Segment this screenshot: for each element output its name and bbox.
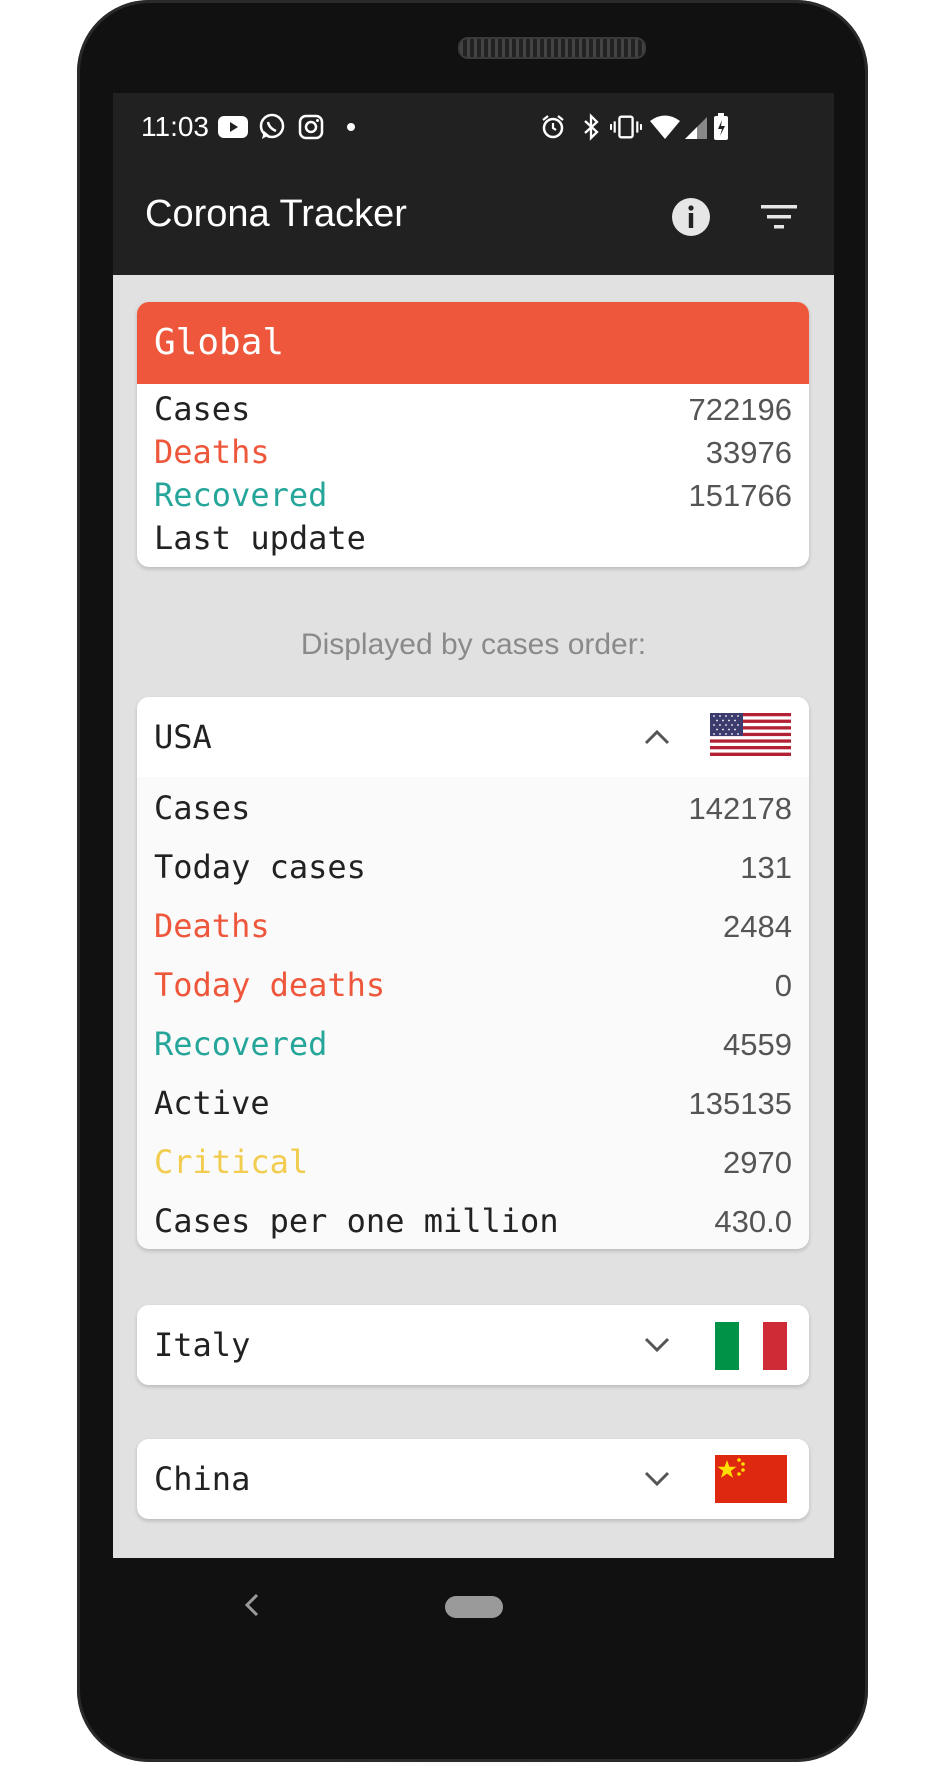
sort-order-label: Displayed by cases order:	[300, 628, 647, 661]
row-value: 2484	[723, 909, 792, 944]
row-label: Today deaths	[154, 966, 386, 1004]
global-row-cases: Cases 722196	[137, 388, 809, 431]
usa-row-today-cases: Today cases 131	[137, 838, 809, 897]
row-label: Cases	[154, 390, 251, 428]
usa-row-recovered: Recovered 4559	[137, 1015, 809, 1074]
row-value: 722196	[688, 392, 792, 427]
global-row-deaths: Deaths 33976	[137, 431, 809, 474]
usa-row-today-deaths: Today deaths 0	[137, 956, 809, 1015]
china-flag-icon	[715, 1455, 787, 1503]
row-label: Recovered	[154, 476, 328, 514]
row-value: 142178	[688, 791, 792, 826]
filter-button[interactable]	[753, 191, 805, 243]
country-name: USA	[154, 718, 212, 756]
status-time: 11:03	[141, 111, 209, 142]
app-title: Corona Tracker	[145, 193, 407, 235]
country-header-italy[interactable]: Italy	[137, 1305, 809, 1385]
row-value: 0	[774, 968, 792, 1003]
youtube-icon	[217, 111, 249, 143]
alarm-icon	[537, 111, 569, 143]
back-icon	[244, 1593, 259, 1617]
global-card: Global Cases 722196 Deaths 33976 Recover…	[137, 302, 809, 567]
row-value: 33976	[705, 435, 792, 470]
usa-row-critical: Critical 2970	[137, 1133, 809, 1192]
row-label: Recovered	[154, 1025, 328, 1063]
usa-row-active: Active 135135	[137, 1074, 809, 1133]
row-value: 2970	[723, 1145, 792, 1180]
chevron-down-icon[interactable]	[639, 1461, 675, 1497]
app-bar: Corona Tracker	[113, 165, 834, 275]
row-label: Cases	[154, 789, 251, 827]
country-name: Italy	[154, 1326, 251, 1364]
row-value: 131	[740, 850, 792, 885]
usa-flag-icon	[710, 713, 791, 756]
row-label: Deaths	[154, 907, 270, 945]
row-value: 151766	[688, 478, 792, 513]
usa-row-cases-per-million: Cases per one million 430.0	[137, 1192, 809, 1249]
row-value: 135135	[688, 1086, 792, 1121]
country-card-usa: USA Cases 142178 Today cases 131 Deaths …	[137, 697, 809, 1249]
global-title: Global	[137, 302, 809, 384]
row-label: Active	[154, 1084, 270, 1122]
row-label: Last update	[154, 519, 366, 557]
chevron-down-icon[interactable]	[639, 1327, 675, 1363]
country-header-usa[interactable]: USA	[137, 697, 809, 777]
row-value: 430.0	[714, 1204, 792, 1239]
battery-icon	[705, 111, 737, 143]
country-name: China	[154, 1460, 251, 1498]
row-label: Deaths	[154, 433, 270, 471]
row-value: 4559	[723, 1027, 792, 1062]
wifi-icon	[649, 111, 681, 143]
usa-row-deaths: Deaths 2484	[137, 897, 809, 956]
instagram-icon	[295, 111, 327, 143]
italy-flag-icon	[715, 1322, 787, 1370]
back-button[interactable]	[240, 1592, 266, 1618]
speaker-grille	[458, 37, 646, 59]
global-row-last-update: Last update	[137, 517, 809, 560]
row-label: Cases per one million	[154, 1202, 559, 1240]
global-row-recovered: Recovered 151766	[137, 474, 809, 517]
row-label: Today cases	[154, 848, 366, 886]
row-label: Critical	[154, 1143, 309, 1181]
info-button[interactable]	[665, 191, 717, 243]
chevron-up-icon[interactable]	[639, 719, 675, 755]
country-card-china[interactable]: China	[137, 1439, 809, 1519]
country-header-china[interactable]: China	[137, 1439, 809, 1519]
info-icon	[672, 198, 710, 236]
home-button[interactable]	[445, 1596, 503, 1618]
dot-icon	[335, 111, 367, 143]
country-card-italy[interactable]: Italy	[137, 1305, 809, 1385]
vibrate-icon	[610, 111, 642, 143]
status-bar: 11:03	[113, 93, 834, 165]
bluetooth-icon	[575, 111, 607, 143]
usa-row-cases: Cases 142178	[137, 779, 809, 838]
whatsapp-icon	[256, 111, 288, 143]
screen: 11:03 Corona Tracker Global Cases 722196…	[113, 93, 834, 1558]
filter-icon	[761, 205, 797, 229]
